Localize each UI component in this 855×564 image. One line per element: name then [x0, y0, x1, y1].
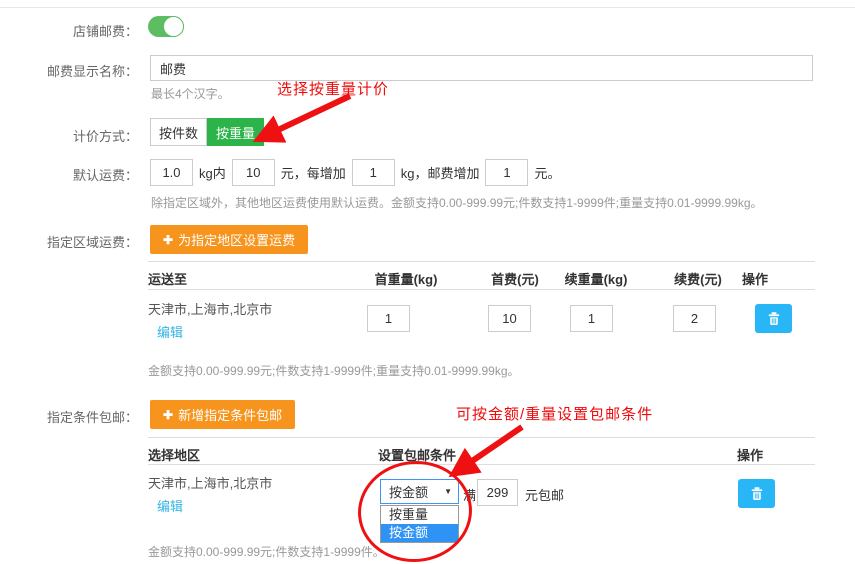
region-freight-label: 指定区域运费： — [0, 232, 138, 251]
add-condition-free-label: 新增指定条件包邮 — [178, 405, 282, 424]
store-postage-toggle[interactable] — [148, 16, 184, 37]
step-fee-input[interactable] — [485, 159, 528, 186]
default-freight-hint: 除指定区域外，其他地区运费使用默认运费。金额支持0.00-999.99元;件数支… — [151, 194, 763, 211]
trash-icon — [766, 311, 782, 327]
freight-row-edit-link[interactable]: 编辑 — [157, 322, 183, 341]
plus-icon: ✚ — [163, 408, 173, 422]
trash-icon — [749, 486, 765, 502]
header-first-fee: 首费(元) — [491, 269, 539, 288]
free-row-region: 天津市,上海市,北京市 — [148, 473, 272, 492]
first-fee-cell-input[interactable] — [488, 305, 531, 332]
store-postage-label: 店铺邮费： — [0, 21, 138, 40]
free-row-edit-link[interactable]: 编辑 — [157, 496, 183, 515]
freight-table-hint: 金额支持0.00-999.99元;件数支持1-9999件;重量支持0.01-99… — [148, 362, 520, 379]
condition-annotation: 可按金额/重量设置包邮条件 — [456, 403, 653, 424]
add-region-freight-label: 为指定地区设置运费 — [178, 230, 295, 249]
condition-type-dropdown: 按重量 按金额 — [380, 505, 459, 543]
display-name-label: 邮费显示名称： — [0, 61, 138, 80]
plus-icon: ✚ — [163, 233, 173, 247]
condition-free-label: 指定条件包邮： — [0, 407, 138, 426]
first-weight-cell-input[interactable] — [367, 305, 410, 332]
default-fee-input[interactable] — [232, 159, 275, 186]
next-fee-cell-input[interactable] — [673, 305, 716, 332]
free-table-header: 选择地区 设置包邮条件 操作 — [148, 437, 815, 465]
free-table-hint: 金额支持0.00-999.99元;件数支持1-9999件。 — [148, 543, 385, 560]
unit-yuan-end: 元。 — [534, 163, 560, 182]
delete-freight-row-button[interactable] — [755, 304, 792, 333]
pricing-by-weight-button[interactable]: 按重量 — [207, 118, 264, 146]
freight-row-region: 天津市,上海市,北京市 — [148, 299, 272, 318]
default-weight-input[interactable] — [150, 159, 193, 186]
full-condition-prefix: 满 — [463, 485, 476, 504]
header-ship-to: 运送至 — [148, 269, 187, 288]
top-divider — [0, 7, 855, 8]
pricing-method-label: 计价方式： — [0, 126, 138, 145]
next-weight-cell-input[interactable] — [570, 305, 613, 332]
select-current-value: 按金额 — [381, 482, 428, 501]
unit-yuan-per-add: 元，每增加 — [281, 163, 346, 182]
default-freight-label: 默认运费： — [0, 165, 138, 184]
unit-kg-within: kg内 — [199, 163, 226, 182]
dropdown-option-by-amount[interactable]: 按金额 — [381, 524, 458, 542]
default-freight-row: kg内 元，每增加 kg，邮费增加 元。 — [150, 158, 561, 186]
display-name-hint: 最长4个汉字。 — [151, 85, 230, 102]
header-action: 操作 — [737, 445, 763, 464]
shipping-settings-page: 店铺邮费： 邮费显示名称： 最长4个汉字。 选择按重量计价 计价方式： 按件数 … — [0, 0, 855, 564]
freight-table-header: 运送至 首重量(kg) 首费(元) 续重量(kg) 续费(元) 操作 — [148, 261, 815, 290]
display-name-input[interactable] — [150, 55, 813, 81]
step-weight-input[interactable] — [352, 159, 395, 186]
header-free-condition: 设置包邮条件 — [378, 445, 456, 464]
pricing-method-group: 按件数 按重量 — [150, 118, 264, 146]
chevron-down-icon: ▼ — [444, 487, 452, 496]
header-action: 操作 — [742, 269, 768, 288]
header-first-weight: 首重量(kg) — [375, 269, 438, 288]
weight-pricing-annotation: 选择按重量计价 — [277, 78, 389, 99]
add-condition-free-button[interactable]: ✚ 新增指定条件包邮 — [150, 400, 295, 429]
header-next-fee: 续费(元) — [674, 269, 722, 288]
header-select-region: 选择地区 — [148, 445, 200, 464]
header-next-weight: 续重量(kg) — [565, 269, 628, 288]
pricing-by-count-button[interactable]: 按件数 — [150, 118, 207, 146]
add-region-freight-button[interactable]: ✚ 为指定地区设置运费 — [150, 225, 308, 254]
full-condition-suffix: 元包邮 — [525, 485, 564, 504]
condition-type-select[interactable]: 按金额 ▼ — [380, 479, 459, 504]
delete-free-row-button[interactable] — [738, 479, 775, 508]
unit-kg-fee-add: kg，邮费增加 — [401, 163, 480, 182]
free-amount-input[interactable] — [477, 479, 518, 506]
toggle-knob — [163, 16, 184, 37]
dropdown-option-by-weight[interactable]: 按重量 — [381, 506, 458, 524]
